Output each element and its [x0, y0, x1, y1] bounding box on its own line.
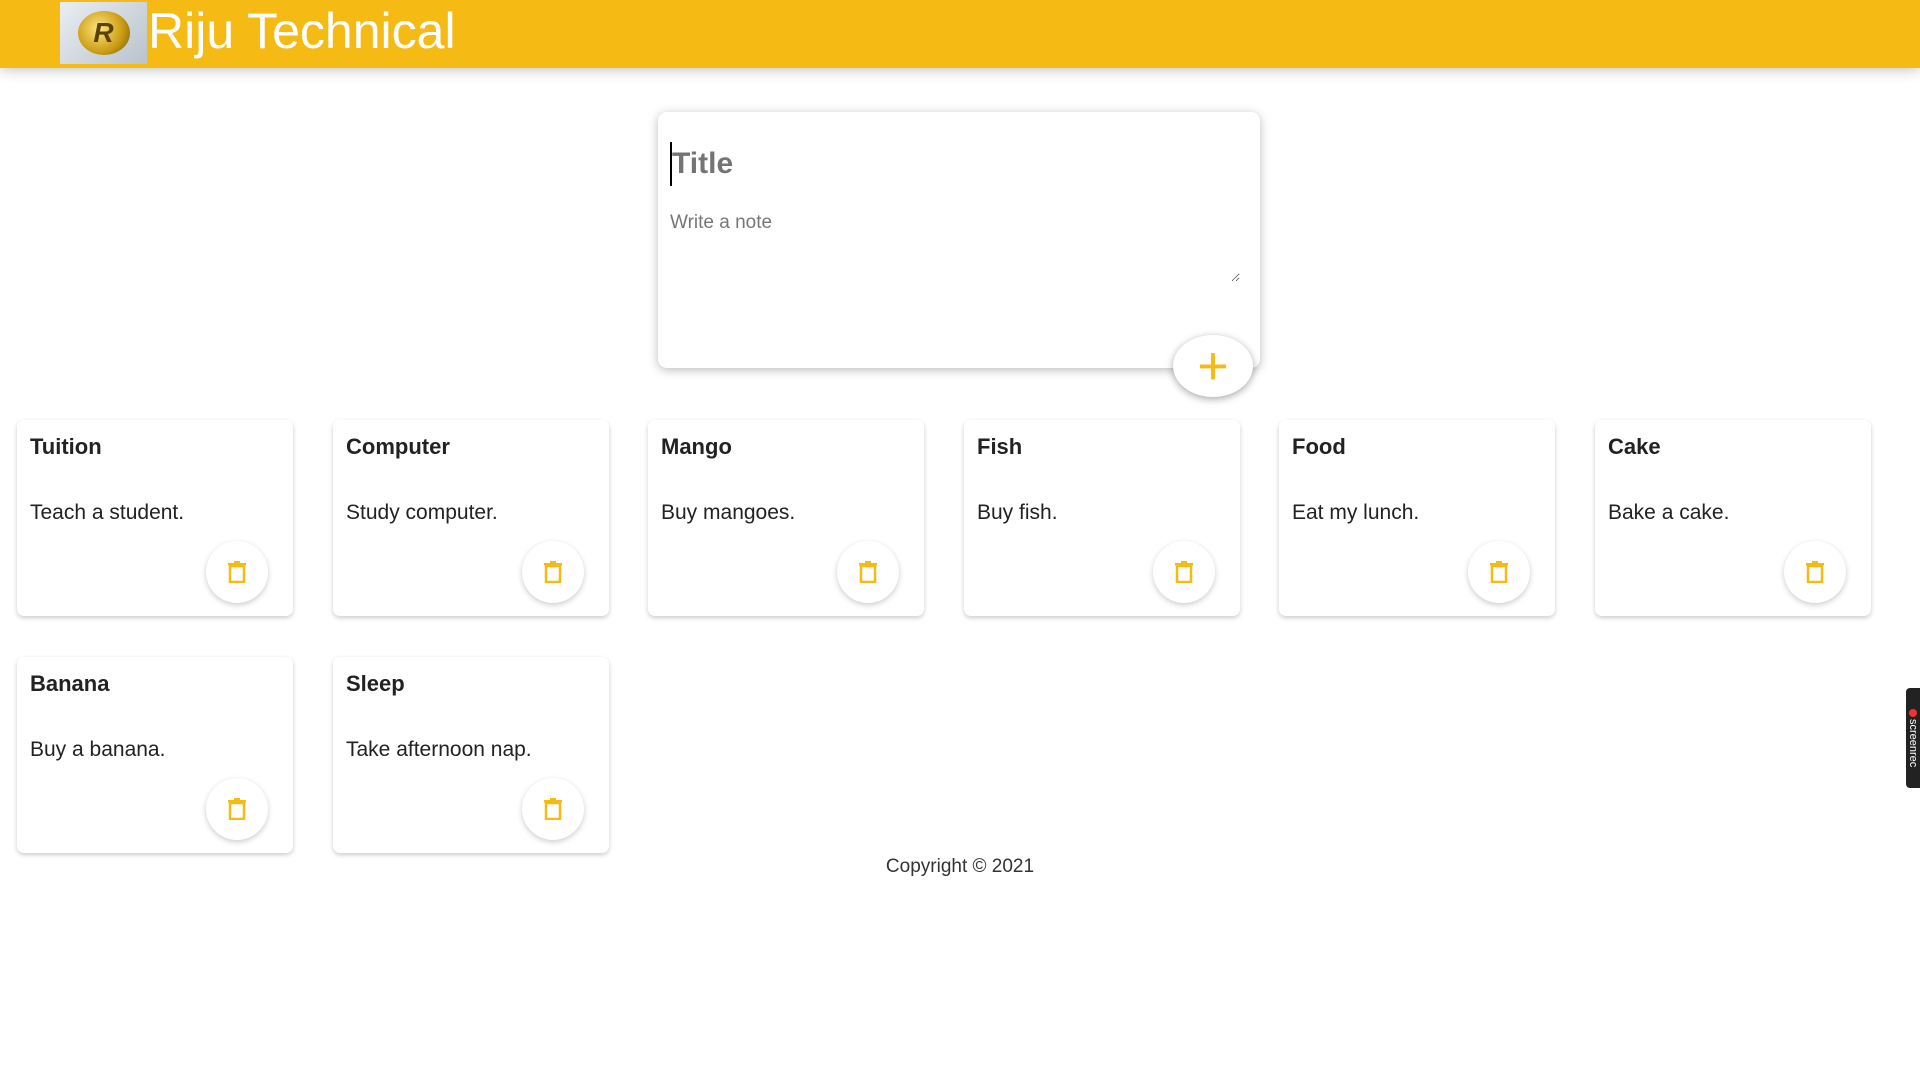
screenrec-label: screenrec: [1907, 718, 1919, 768]
note-content: Buy mangoes.: [661, 501, 796, 524]
note-title: Computer: [346, 434, 450, 459]
note-title: Sleep: [346, 671, 405, 696]
app-header: R Riju Technical: [0, 0, 1920, 68]
trash-icon: [1490, 561, 1508, 583]
note-card: Computer Study computer.: [333, 420, 609, 616]
delete-note-button[interactable]: [837, 541, 899, 603]
app-title: Riju Technical: [148, 3, 456, 59]
logo-letter: R: [93, 17, 114, 48]
note-card: Fish Buy fish.: [964, 420, 1240, 616]
note-content: Bake a cake.: [1608, 501, 1730, 524]
delete-note-button[interactable]: [1784, 541, 1846, 603]
delete-note-button[interactable]: [522, 541, 584, 603]
footer: Copyright © 2021: [0, 856, 1920, 878]
note-card: Food Eat my lunch.: [1279, 420, 1555, 616]
note-title: Cake: [1608, 434, 1661, 459]
note-card: Cake Bake a cake.: [1595, 420, 1871, 616]
record-dot-icon: [1909, 708, 1917, 717]
note-title: Mango: [661, 434, 732, 459]
note-title: Fish: [977, 434, 1023, 459]
note-card: Tuition Teach a student.: [17, 420, 293, 616]
trash-icon: [544, 798, 562, 820]
screenrec-widget[interactable]: screenrec: [1906, 688, 1920, 788]
plus-icon: +: [1197, 336, 1229, 396]
note-content: Buy fish.: [977, 501, 1058, 524]
trash-icon: [1175, 561, 1193, 583]
note-title: Banana: [30, 671, 110, 696]
add-note-button[interactable]: +: [1173, 335, 1253, 397]
note-card: Sleep Take afternoon nap.: [333, 657, 609, 853]
note-card: Mango Buy mangoes.: [648, 420, 924, 616]
note-card: Banana Buy a banana.: [17, 657, 293, 853]
trash-icon: [544, 561, 562, 583]
create-note-form: [658, 112, 1260, 368]
delete-note-button[interactable]: [1153, 541, 1215, 603]
trash-icon: [859, 561, 877, 583]
note-title: Tuition: [30, 434, 102, 459]
trash-icon: [228, 798, 246, 820]
note-content: Study computer.: [346, 501, 498, 524]
note-title: Food: [1292, 434, 1346, 459]
trash-icon: [228, 561, 246, 583]
copyright-text: Copyright © 2021: [885, 856, 1035, 877]
note-content: Teach a student.: [30, 501, 185, 524]
delete-note-button[interactable]: [206, 541, 268, 603]
trash-icon: [1806, 561, 1824, 583]
delete-note-button[interactable]: [1468, 541, 1530, 603]
title-input[interactable]: [670, 142, 1230, 186]
note-content: Eat my lunch.: [1292, 501, 1420, 524]
delete-note-button[interactable]: [206, 778, 268, 840]
logo: R: [60, 2, 147, 64]
note-content: Take afternoon nap.: [346, 738, 532, 761]
delete-note-button[interactable]: [522, 778, 584, 840]
note-input[interactable]: [670, 212, 1240, 282]
registered-logo-icon: R: [77, 11, 130, 55]
note-content: Buy a banana.: [30, 738, 166, 761]
